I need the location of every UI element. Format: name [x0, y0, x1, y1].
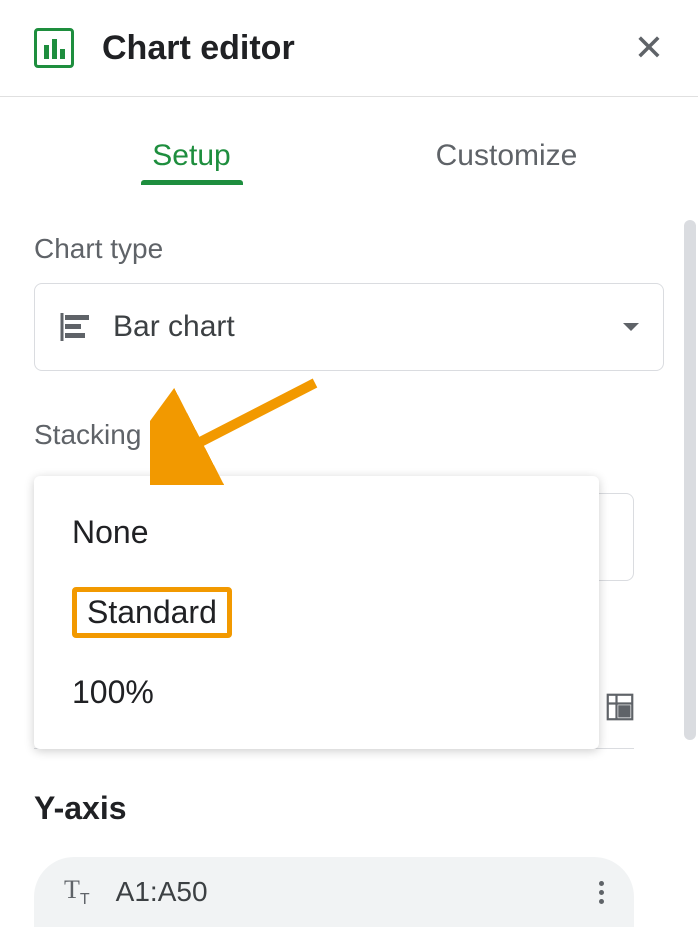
grid-select-icon[interactable] — [606, 693, 634, 721]
chart-type-select[interactable]: Bar chart — [34, 283, 664, 371]
tab-setup[interactable]: Setup — [34, 139, 349, 185]
stacking-label: Stacking — [34, 419, 664, 451]
text-type-icon: TT — [64, 875, 90, 909]
stacking-option-100[interactable]: 100% — [34, 656, 599, 729]
chart-icon — [34, 28, 74, 68]
scrollbar[interactable] — [684, 220, 696, 740]
yaxis-section: Y-axis TT A1:A50 — [34, 790, 634, 927]
tab-customize[interactable]: Customize — [349, 139, 664, 185]
stacking-option-none[interactable]: None — [34, 496, 599, 569]
yaxis-title: Y-axis — [34, 790, 634, 827]
editor-header: Chart editor ✕ — [0, 0, 698, 97]
editor-tabs: Setup Customize — [0, 139, 698, 185]
bar-chart-icon — [59, 311, 91, 343]
close-icon[interactable]: ✕ — [634, 30, 664, 66]
chart-type-value: Bar chart — [113, 310, 623, 344]
yaxis-series-row[interactable]: TT A1:A50 — [34, 857, 634, 927]
stacking-option-standard[interactable]: Standard — [34, 569, 599, 656]
more-options-icon[interactable] — [599, 881, 604, 904]
chart-type-label: Chart type — [34, 233, 664, 265]
editor-title: Chart editor — [102, 29, 634, 68]
stacking-option-standard-label: Standard — [72, 587, 232, 638]
chevron-down-icon — [623, 323, 639, 331]
stacking-dropdown: None Standard 100% — [34, 476, 599, 749]
yaxis-value: A1:A50 — [116, 876, 208, 908]
